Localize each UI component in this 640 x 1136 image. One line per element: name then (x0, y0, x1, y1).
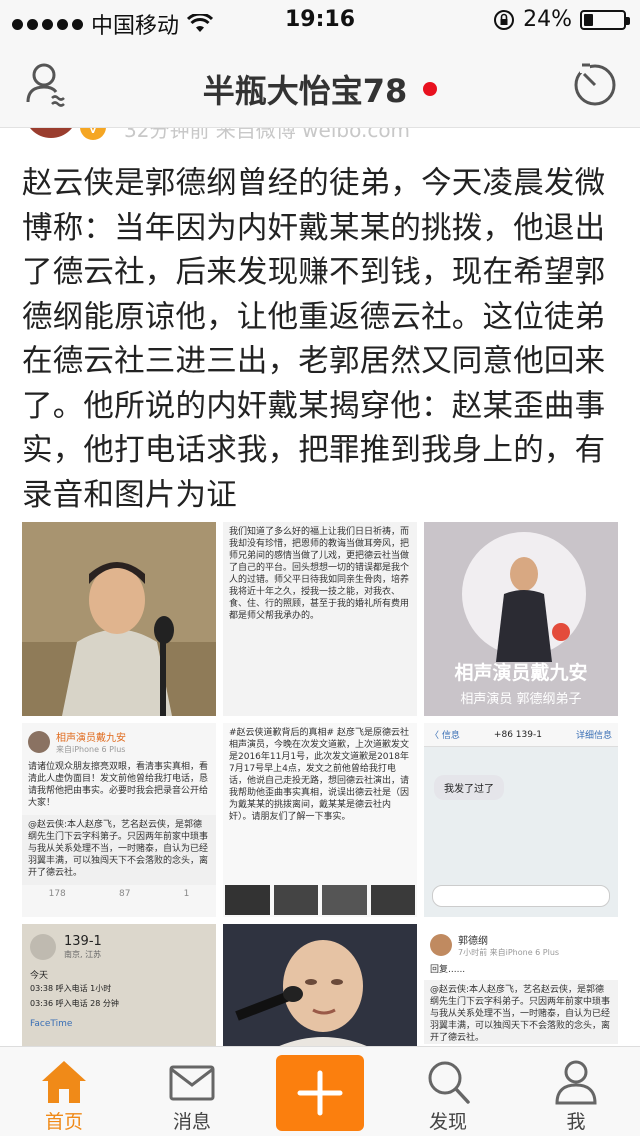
nav-bar: 半瓶大怡宝78 (0, 40, 640, 128)
image-sms-input (432, 885, 610, 907)
mail-icon (169, 1065, 215, 1101)
tab-home[interactable]: 首页 (0, 1047, 128, 1136)
image-reply-quote: @赵云侠:本人赵彦飞，艺名赵云侠，是郭德纲先生门下云字科弟子。只因两年前家中琐事… (424, 980, 618, 1044)
tab-discover-label: 发现 (428, 1111, 467, 1133)
compose-button[interactable] (276, 1055, 364, 1131)
verified-badge-icon: V (80, 128, 106, 140)
post-text[interactable]: 赵云侠是郭德纲曾经的徒弟，今天凌晨发微博称：当年因为内奸戴某某的挑拨，他退出了德… (22, 162, 622, 518)
status-bar: 中国移动 19:16 24% (0, 0, 640, 40)
image-weibo-source: 来自iPhone 6 Plus (56, 745, 126, 754)
image-performer-photo[interactable] (22, 522, 216, 716)
search-icon (428, 1061, 470, 1104)
feed-content[interactable]: V 32分钟前 来自微博 weibo.com 赵云侠是郭德纲曾经的徒弟，今天凌晨… (0, 128, 640, 1046)
like-count: 1 (183, 889, 190, 899)
avatar (430, 934, 452, 956)
image-weibo-reply[interactable]: 郭德纲 7小时前 来自iPhone 6 Plus 回复...... @赵云侠:本… (424, 924, 618, 1046)
image-sms-bubble: 我发了过了 (434, 775, 504, 800)
radar-button[interactable] (572, 62, 618, 108)
tab-bar: 首页 消息 发现 我 (0, 1046, 640, 1136)
battery-percent: 24% (523, 7, 572, 32)
profile-card-subtitle: 相声演员 郭德纲弟子 (460, 692, 582, 707)
image-reply-source: 7小时前 来自iPhone 6 Plus (458, 948, 560, 957)
person-icon (555, 1060, 597, 1105)
page-title[interactable]: 半瓶大怡宝78 (0, 66, 640, 112)
image-statement-text[interactable]: #赵云侠道歉背后的真相# 赵彦飞是原德云社相声演员，今晚在次发文道歉，上次道歉发… (223, 723, 417, 917)
image-sms-back: 〈 信息 (430, 731, 460, 741)
radar-icon (574, 63, 616, 106)
tab-me[interactable]: 我 (512, 1047, 640, 1136)
image-sms-header: 〈 信息 +86 139-1 详细信息 (424, 723, 618, 747)
image-letter-text[interactable]: 我们知道了多么好的福上让我们日日祈祷，而我却没有珍惜，把恩师的教诲当做耳旁风，把… (223, 522, 417, 716)
image-call-row-1: 03:38 呼入电话 1小时 (30, 984, 112, 993)
tab-home-label: 首页 (44, 1111, 83, 1133)
image-weibo-header: 相声演员戴九安 来自iPhone 6 Plus (22, 723, 216, 757)
image-thumbs (223, 883, 417, 917)
post-meta: 32分钟前 来自微博 weibo.com (124, 128, 411, 142)
image-call-location: 南京, 江苏 (64, 950, 102, 959)
image-weibo-post[interactable]: 相声演员戴九安 来自iPhone 6 Plus 请诸位观众朋友擦亮双眼，看清事实… (22, 723, 216, 917)
image-sms-detail: 详细信息 (575, 731, 612, 741)
tab-messages[interactable]: 消息 (128, 1047, 256, 1136)
tab-messages-label: 消息 (172, 1111, 211, 1133)
image-letter-content: 我们知道了多么好的福上让我们日日祈祷，而我却没有珍惜，把恩师的教诲当做耳旁风，把… (229, 527, 410, 621)
notification-dot (423, 82, 438, 96)
avatar (28, 731, 50, 753)
profile-card-illustration (424, 522, 618, 716)
battery-icon (580, 9, 630, 30)
image-master-photo[interactable] (223, 924, 417, 1046)
master-photo-illustration (223, 924, 417, 1046)
image-sms-screenshot[interactable]: 〈 信息 +86 139-1 详细信息 我发了过了 (424, 723, 618, 917)
orientation-lock-icon (494, 9, 515, 30)
avatar[interactable] (24, 128, 78, 138)
image-sms-number: +86 139-1 (493, 729, 542, 740)
repost-count: 178 (48, 889, 66, 899)
image-weibo-name: 相声演员戴九安 (56, 733, 126, 744)
image-call-number: 139-1 (64, 934, 102, 949)
image-call-log[interactable]: 139-1 南京, 江苏 今天 03:38 呼入电话 1小时 03:36 呼入电… (22, 924, 216, 1046)
image-call-row-2: 03:36 呼入电话 28 分钟 (30, 999, 119, 1008)
page-title-text: 半瓶大怡宝78 (202, 72, 408, 110)
profile-card-name: 相声演员戴九安 (454, 662, 588, 684)
image-statement-content: #赵云侠道歉背后的真相# 赵彦飞是原德云社相声演员，今晚在次发文道歉，上次道歉发… (229, 728, 410, 822)
image-call-header: 139-1 南京, 江苏 (22, 924, 216, 962)
image-call-facetime: FaceTime (30, 1019, 73, 1029)
image-call-today: 今天 (30, 971, 49, 981)
image-weibo-text: 请诸位观众朋友擦亮双眼，看清事实真相，看清此人虚伪面目！发文前他曾给我打电话，恳… (28, 762, 209, 808)
image-weibo-quote: @赵云侠:本人赵彦飞，艺名赵云侠，是郭德纲先生门下云字科第子。只因两年前家中琐事… (22, 815, 216, 885)
image-weibo-counts: 178 87 1 (22, 887, 216, 899)
image-reply-name: 郭德纲 (458, 936, 488, 947)
battery-area: 24% (493, 7, 630, 32)
comment-count: 87 (118, 889, 131, 899)
image-reply-header: 郭德纲 7小时前 来自iPhone 6 Plus (424, 924, 618, 960)
home-icon (42, 1061, 86, 1103)
avatar (30, 934, 56, 960)
performer-illustration (22, 522, 216, 716)
image-profile-card[interactable]: 相声演员戴九安 相声演员 郭德纲弟子 (424, 522, 618, 716)
tab-discover[interactable]: 发现 (384, 1047, 512, 1136)
tab-me-label: 我 (566, 1111, 586, 1133)
plus-icon (297, 1070, 343, 1116)
image-reply-text: 回复...... (430, 965, 466, 975)
